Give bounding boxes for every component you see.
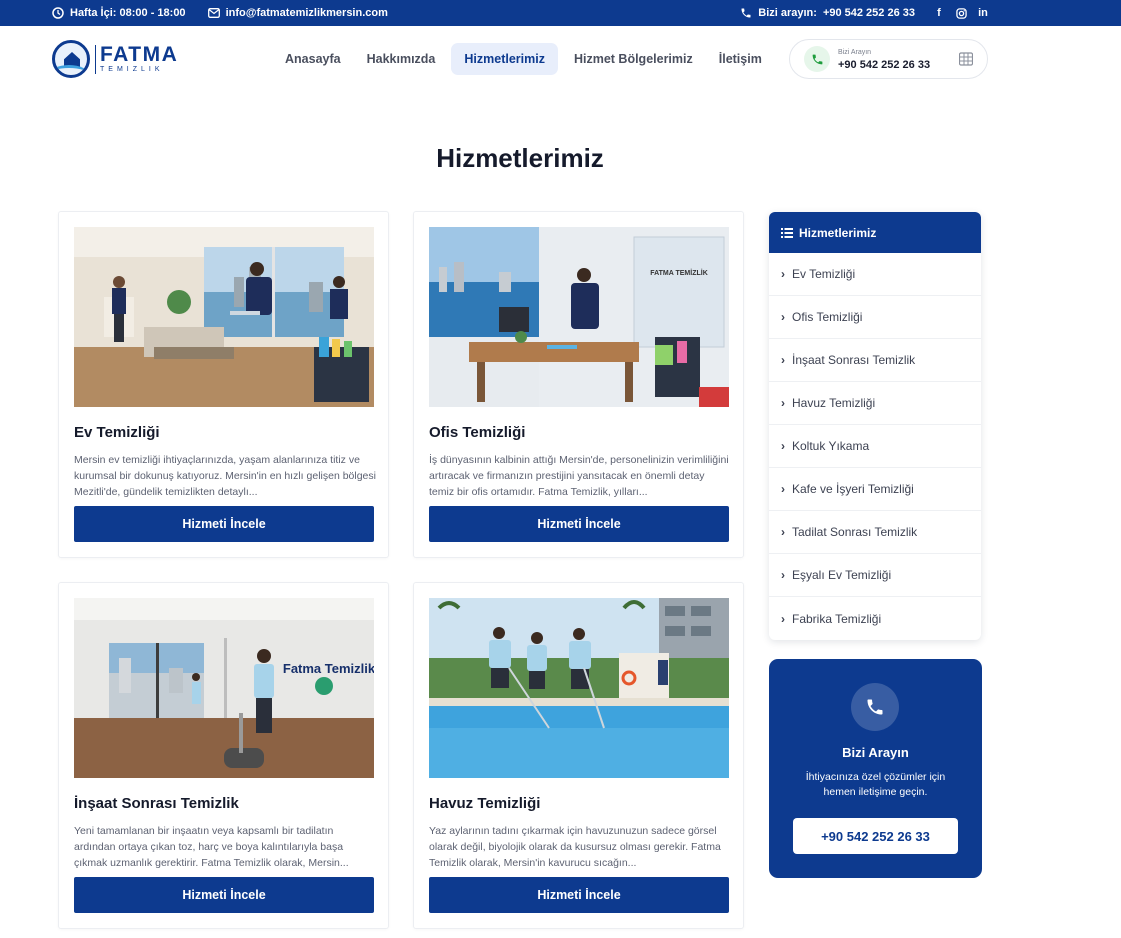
- callbox-label: Bizi Arayın: [838, 49, 872, 56]
- callcard-desc: İhtiyacınıza özel çözümler için hemen il…: [805, 771, 946, 798]
- sidebar-item-label: İnşaat Sonrası Temizlik: [792, 353, 916, 367]
- card-button[interactable]: Hizmeti İncele: [74, 877, 374, 913]
- main-nav: Anasayfa Hakkımızda Hizmetlerimiz Hizmet…: [275, 43, 778, 75]
- chevron-right-icon: ›: [781, 525, 785, 539]
- nav-home[interactable]: Anasayfa: [275, 43, 351, 75]
- nav-regions[interactable]: Hizmet Bölgelerimiz: [564, 43, 703, 75]
- sidebar-item-label: Fabrika Temizliği: [792, 611, 882, 626]
- phone-icon: [851, 683, 899, 731]
- nav-contact[interactable]: İletişim: [709, 43, 772, 75]
- sidebar-item-esyali[interactable]: › Eşyalı Ev Temizliği: [769, 554, 981, 597]
- havuz-temizligi-image[interactable]: [429, 598, 729, 778]
- working-hours: Hafta İçi: 08:00 - 18:00: [52, 7, 186, 19]
- nav-about[interactable]: Hakkımızda: [357, 43, 446, 75]
- linkedin-icon[interactable]: in: [977, 7, 989, 19]
- email-link[interactable]: info@fatmatemizlikmersin.com: [207, 7, 388, 19]
- sidebar-item-insaat[interactable]: › İnşaat Sonrası Temizlik: [769, 339, 981, 382]
- service-card-insaat: Fatma Temizlik İnşaat Sonrası Temizlik Y…: [58, 582, 389, 929]
- sidebar-item-label: Kafe ve İşyeri Temizliği: [792, 482, 914, 496]
- call-number: +90 542 252 26 33: [822, 7, 915, 19]
- sidebar-item-koltuk[interactable]: › Koltuk Yıkama: [769, 425, 981, 468]
- sidebar-item-label: Havuz Temizliği: [792, 396, 876, 410]
- sidebar-title: Hizmetlerimiz: [799, 225, 877, 240]
- phone-icon: [804, 46, 830, 72]
- card-title: Ofis Temizliği: [429, 424, 526, 441]
- sidebar-item-label: Koltuk Yıkama: [792, 439, 870, 453]
- services-sidebar: Hizmetlerimiz › Ev Temizliği › Ofis Temizl…: [769, 212, 981, 640]
- sidebar-item-label: Ev Temizliği: [792, 267, 856, 281]
- insaat-sonrasi-temizlik-image[interactable]: Fatma Temizlik: [74, 598, 374, 778]
- chevron-right-icon: ›: [781, 267, 785, 281]
- sidebar-item-label: Tadilat Sonrası Temizlik: [792, 525, 918, 539]
- callcard-title: Bizi Arayın: [842, 745, 909, 760]
- sidebar-item-ev[interactable]: › Ev Temizliği: [769, 253, 981, 296]
- mail-icon: [207, 8, 220, 18]
- service-card-ofis: FATMA TEMİZLİK Ofis Temizliği İş dünyası…: [413, 211, 744, 558]
- ev-temizligi-image[interactable]: [74, 227, 374, 407]
- sidebar-item-label: Eşyalı Ev Temizliği: [792, 568, 892, 582]
- instagram-icon[interactable]: [955, 7, 967, 19]
- office-sign-text: FATMA TEMİZLİK: [650, 269, 708, 277]
- card-text: Yeni tamamlanan bir inşaatın veya kapsam…: [74, 825, 349, 869]
- sidebar-item-ofis[interactable]: › Ofis Temizliği: [769, 296, 981, 339]
- email-text: info@fatmatemizlikmersin.com: [225, 7, 388, 19]
- facebook-icon[interactable]: f: [933, 7, 945, 19]
- card-text: Yaz aylarının tadını çıkarmak için havuz…: [429, 825, 721, 869]
- card-text: Mersin ev temizliği ihtiyaçlarınızda, ya…: [74, 454, 376, 498]
- chevron-right-icon: ›: [781, 611, 785, 626]
- service-card-ev: Ev Temizliği Mersin ev temizliği ihtiyaç…: [58, 211, 389, 558]
- wall-sign-text: Fatma Temizlik: [283, 661, 374, 676]
- chevron-right-icon: ›: [781, 396, 785, 410]
- site-logo[interactable]: FATMA TEMIZLIK: [52, 40, 178, 78]
- card-title: Ev Temizliği: [74, 424, 160, 441]
- chevron-right-icon: ›: [781, 439, 785, 453]
- grid-icon[interactable]: [959, 52, 973, 66]
- page-title: Hizmetlerimiz: [436, 143, 604, 173]
- ofis-temizligi-image[interactable]: FATMA TEMİZLİK: [429, 227, 729, 407]
- sidebar-item-kafe[interactable]: › Kafe ve İşyeri Temizliği: [769, 468, 981, 511]
- card-text: İş dünyasının kalbinin attığı Mersin'de,…: [429, 454, 729, 498]
- chevron-right-icon: ›: [781, 353, 785, 367]
- card-title: Havuz Temizliği: [429, 795, 541, 812]
- chevron-right-icon: ›: [781, 568, 785, 582]
- top-bar: Hafta İçi: 08:00 - 18:00 info@fatmatemiz…: [0, 0, 1121, 26]
- sidebar-item-fabrika[interactable]: › Fabrika Temizliği: [769, 597, 981, 640]
- callcard-number-button[interactable]: +90 542 252 26 33: [793, 818, 958, 854]
- header-call-box[interactable]: Bizi Arayın +90 542 252 26 33: [789, 39, 988, 79]
- main-header: FATMA TEMIZLIK Anasayfa Hakkımızda Hizme…: [0, 26, 1121, 92]
- sidebar-item-label: Ofis Temizliği: [792, 310, 863, 324]
- sidebar-item-havuz[interactable]: › Havuz Temizliği: [769, 382, 981, 425]
- logo-brand: FATMA: [100, 42, 179, 66]
- chevron-right-icon: ›: [781, 482, 785, 496]
- call-us-card: Bizi Arayın İhtiyacınıza özel çözümler i…: [769, 659, 982, 878]
- callbox-number: +90 542 252 26 33: [838, 59, 931, 71]
- card-button[interactable]: Hizmeti İncele: [429, 506, 729, 542]
- call-label: Bizi arayın:: [758, 7, 817, 19]
- phone-icon: [741, 8, 751, 18]
- service-card-havuz: Havuz Temizliği Yaz aylarının tadını çık…: [413, 582, 744, 929]
- sidebar-item-tadilat[interactable]: › Tadilat Sonrası Temizlik: [769, 511, 981, 554]
- card-button[interactable]: Hizmeti İncele: [429, 877, 729, 913]
- clock-icon: [52, 7, 64, 19]
- sidebar-header: Hizmetlerimiz: [769, 212, 981, 253]
- nav-services[interactable]: Hizmetlerimiz: [451, 43, 558, 75]
- topbar-call-link[interactable]: Bizi arayın: +90 542 252 26 33: [740, 7, 915, 19]
- card-button[interactable]: Hizmeti İncele: [74, 506, 374, 542]
- chevron-right-icon: ›: [781, 310, 785, 324]
- list-icon: [781, 227, 793, 238]
- logo-mark: [52, 40, 90, 78]
- card-title: İnşaat Sonrası Temizlik: [74, 795, 239, 812]
- hours-text: Hafta İçi: 08:00 - 18:00: [70, 7, 186, 19]
- logo-sub: TEMIZLIK: [100, 65, 164, 73]
